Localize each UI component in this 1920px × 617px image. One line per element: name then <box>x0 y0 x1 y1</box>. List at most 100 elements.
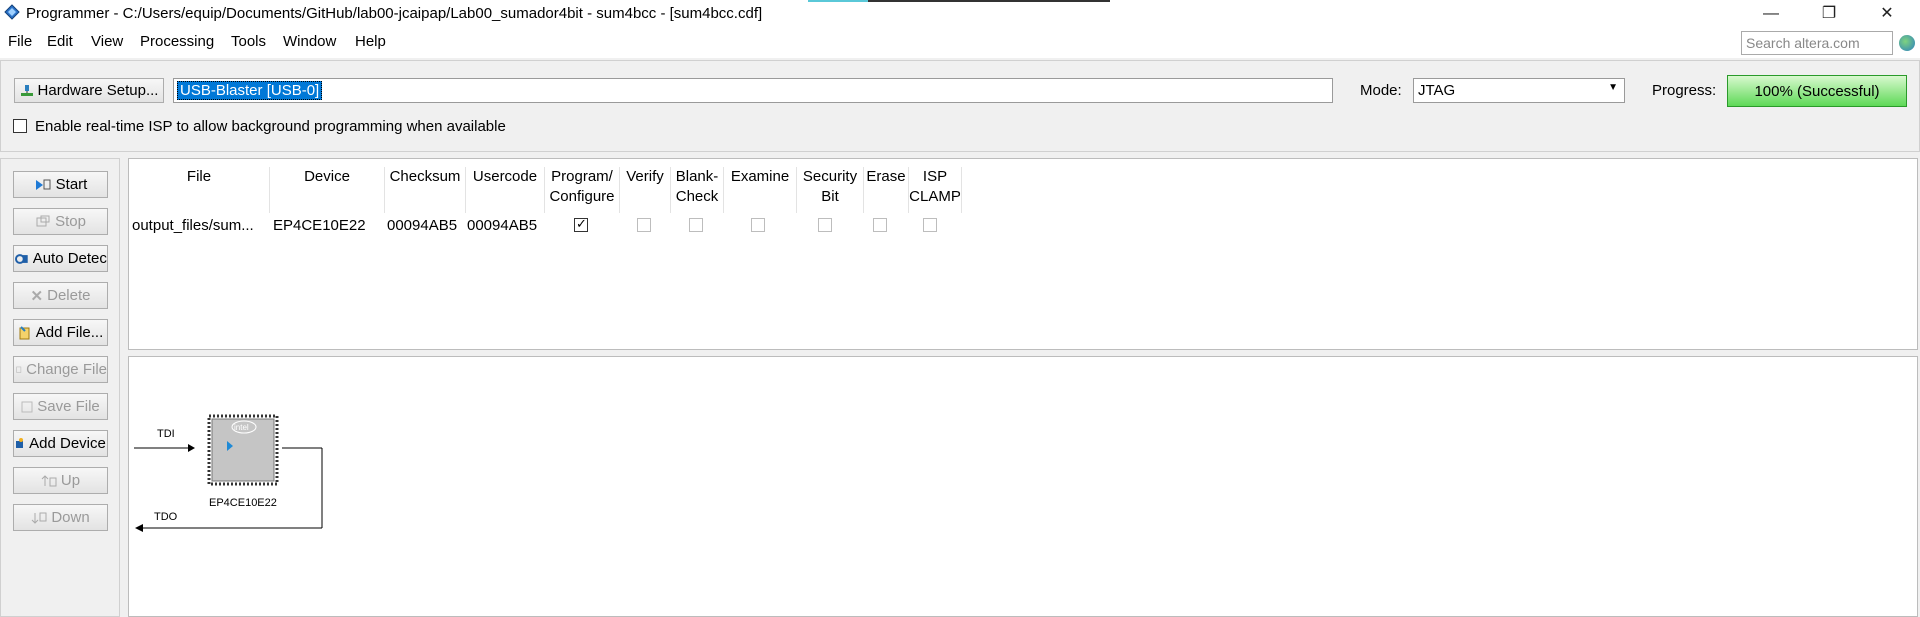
close-button[interactable]: ✕ <box>1858 0 1916 28</box>
blank-check-checkbox[interactable] <box>689 218 703 232</box>
add-file-icon <box>19 325 30 339</box>
menu-tools[interactable]: Tools <box>231 33 266 50</box>
menu-view[interactable]: View <box>91 33 123 50</box>
change-file-label: Change File <box>26 361 107 378</box>
down-button[interactable]: Down <box>13 504 108 531</box>
title-accent-dark <box>868 0 1110 2</box>
col-erase[interactable]: Erase <box>864 167 909 213</box>
up-icon <box>41 474 57 486</box>
maximize-button[interactable]: ❐ <box>1800 0 1858 28</box>
col-usercode[interactable]: Usercode <box>466 167 545 213</box>
col-checksum[interactable]: Checksum <box>385 167 466 213</box>
col-verify[interactable]: Verify <box>620 167 671 213</box>
col-isp-label-2: CLAMP <box>909 188 961 205</box>
stop-label: Stop <box>55 213 86 230</box>
progress-bar: 100% (Successful) <box>1727 75 1907 107</box>
change-file-icon <box>16 366 22 373</box>
hardware-value: USB-Blaster [USB-0] <box>177 81 323 100</box>
auto-detect-button[interactable]: Auto Detect <box>13 245 108 272</box>
chevron-down-icon: ▼ <box>1608 82 1618 93</box>
col-security-bit[interactable]: Security Bit <box>797 167 864 213</box>
col-security-label-2: Bit <box>821 188 839 205</box>
menu-help[interactable]: Help <box>355 33 386 50</box>
program-checkbox[interactable] <box>574 216 588 232</box>
down-label: Down <box>51 509 90 526</box>
col-device[interactable]: Device <box>270 167 385 213</box>
mode-value: JTAG <box>1418 82 1456 99</box>
menu-file[interactable]: File <box>8 33 32 50</box>
progress-text: 100% (Successful) <box>1754 83 1880 100</box>
minimize-button[interactable]: — <box>1742 0 1800 28</box>
auto-detect-label: Auto Detect <box>32 250 107 267</box>
col-verify-label: Verify <box>626 168 664 185</box>
programmer-app-icon <box>4 4 20 20</box>
menu-window[interactable]: Window <box>283 33 336 50</box>
col-checksum-label: Checksum <box>389 168 461 185</box>
hardware-panel <box>0 60 1920 152</box>
jtag-chain-panel: TDI intel TDO EP4CE10E22 <box>128 356 1918 617</box>
delete-label: Delete <box>47 287 91 304</box>
security-bit-checkbox[interactable] <box>818 218 832 232</box>
isp-clamp-checkbox[interactable] <box>923 218 937 232</box>
search-placeholder: Search altera.com <box>1746 35 1860 51</box>
col-usercode-label: Usercode <box>472 168 538 185</box>
row-usercode: 00094AB5 <box>467 217 538 234</box>
verify-checkbox[interactable] <box>637 218 651 232</box>
add-file-button[interactable]: Add File... <box>13 319 108 346</box>
col-device-label: Device <box>304 168 350 185</box>
row-file[interactable]: output_files/sum... <box>132 217 254 234</box>
tdi-arrow <box>188 444 195 452</box>
col-security-label-1: Security <box>802 168 858 185</box>
tdo-label: TDO <box>154 511 178 523</box>
save-file-icon <box>21 401 33 412</box>
delete-button[interactable]: ✕ Delete <box>13 282 108 309</box>
globe-icon[interactable] <box>1899 35 1915 51</box>
col-examine-label: Examine <box>730 168 790 185</box>
hardware-field[interactable]: USB-Blaster [USB-0] <box>173 78 1333 103</box>
stop-button[interactable]: Stop <box>13 208 108 235</box>
isp-checkbox[interactable] <box>13 119 27 133</box>
menu-processing[interactable]: Processing <box>140 33 214 50</box>
delete-icon: ✕ <box>30 287 44 305</box>
stop-icon <box>36 215 50 226</box>
col-file[interactable]: File <box>129 167 270 213</box>
start-label: Start <box>55 176 88 193</box>
row-device[interactable]: EP4CE10E22 <box>273 217 366 234</box>
tdo-arrow <box>135 524 143 532</box>
col-isp-clamp[interactable]: ISP CLAMP <box>909 167 962 213</box>
search-input[interactable]: Search altera.com <box>1741 31 1893 55</box>
save-file-label: Save File <box>37 398 100 415</box>
row-checksum: 00094AB5 <box>387 217 458 234</box>
hardware-setup-label: Hardware Setup... <box>37 82 159 99</box>
col-blank-check[interactable]: Blank- Check <box>671 167 724 213</box>
col-erase-label: Erase <box>866 168 906 185</box>
progress-label: Progress: <box>1652 82 1717 99</box>
mode-label: Mode: <box>1360 82 1402 99</box>
col-isp-label-1: ISP <box>922 168 948 185</box>
add-device-button[interactable]: Add Device <box>13 430 108 457</box>
mode-select[interactable]: JTAG ▼ <box>1413 78 1625 103</box>
examine-checkbox[interactable] <box>751 218 765 232</box>
jtag-chain-diagram: TDI intel TDO EP4CE10E22 <box>134 414 323 532</box>
auto-detect-icon <box>15 253 28 264</box>
change-file-button[interactable]: Change File <box>13 356 108 383</box>
erase-checkbox[interactable] <box>873 218 887 232</box>
col-program-label-1: Program/ <box>551 168 613 185</box>
col-program[interactable]: Program/Configure <box>545 167 620 213</box>
add-file-label: Add File... <box>35 324 104 341</box>
col-blank-label-1: Blank- <box>675 168 719 185</box>
device-table: File Device Checksum Usercode Program/Co… <box>128 158 1918 350</box>
menu-edit[interactable]: Edit <box>47 33 73 50</box>
chip-logo: intel <box>234 423 249 432</box>
window-title: Programmer - C:/Users/equip/Documents/Gi… <box>26 5 763 22</box>
hardware-setup-button[interactable]: Hardware Setup... <box>14 78 164 103</box>
isp-label: Enable real-time ISP to allow background… <box>35 118 506 135</box>
title-accent <box>808 0 868 2</box>
col-blank-label-2: Check <box>675 188 719 205</box>
start-icon <box>35 179 51 190</box>
col-examine[interactable]: Examine <box>724 167 797 213</box>
save-file-button[interactable]: Save File <box>13 393 108 420</box>
start-button[interactable]: Start <box>13 171 108 198</box>
up-button[interactable]: Up <box>13 467 108 494</box>
col-program-label-2: Configure <box>549 188 615 205</box>
